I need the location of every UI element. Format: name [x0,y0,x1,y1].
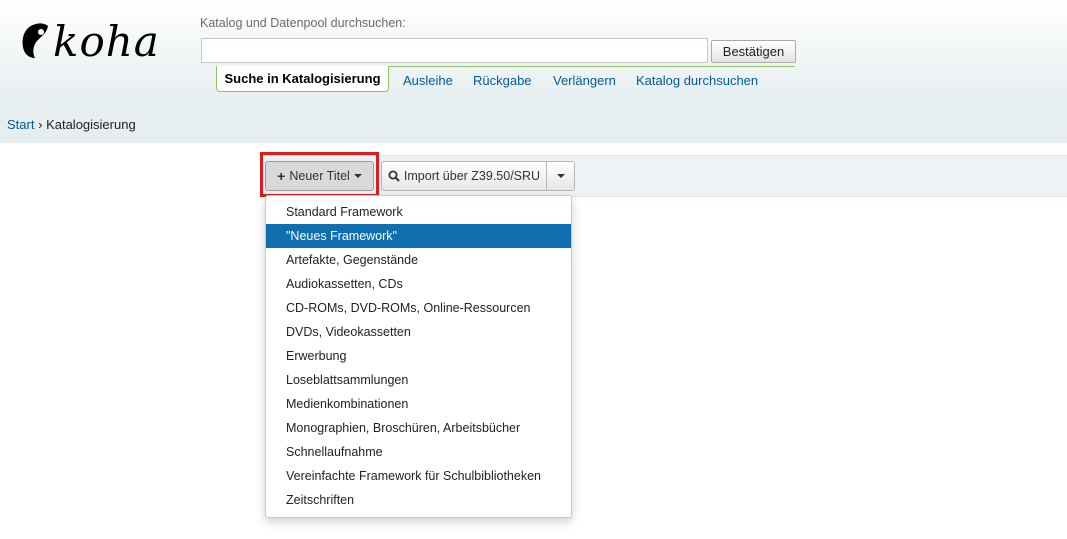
koha-leaf-icon [22,23,48,58]
tab-checkout[interactable]: Ausleihe [403,73,453,88]
breadcrumb-separator: › [38,117,43,132]
header: koha Katalog und Datenpool durchsuchen: … [0,0,1067,106]
menu-item-zeitschriften[interactable]: Zeitschriften [266,488,571,512]
logo-text: koha [53,17,160,66]
tab-catalog-search[interactable]: Katalog durchsuchen [636,73,758,88]
z3950-dropdown-toggle[interactable] [546,161,575,191]
tab-checkin[interactable]: Rückgabe [473,73,532,88]
catalog-search-input[interactable] [201,38,708,63]
menu-item-monographien[interactable]: Monographien, Broschüren, Arbeitsbücher [266,416,571,440]
search-label: Katalog und Datenpool durchsuchen: [200,16,406,30]
menu-item-medienkombinationen[interactable]: Medienkombinationen [266,392,571,416]
breadcrumb-home-link[interactable]: Start [7,117,34,132]
tab-renew[interactable]: Verlängern [553,73,616,88]
tab-cataloging-search[interactable]: Suche in Katalogisierung [216,66,389,92]
menu-item-schulbibliotheken[interactable]: Vereinfachte Framework für Schulbiblioth… [266,464,571,488]
annotation-highlight-box [260,152,379,197]
menu-item-standard-framework[interactable]: Standard Framework [266,200,571,224]
caret-down-icon [556,174,565,178]
framework-dropdown-menu: Standard Framework "Neues Framework" Art… [265,195,572,518]
search-icon [388,170,400,182]
submit-search-button[interactable]: Bestätigen [711,40,796,63]
menu-item-loseblattsammlungen[interactable]: Loseblattsammlungen [266,368,571,392]
koha-logo[interactable]: koha [20,16,170,68]
breadcrumb: Start › Katalogisierung [0,106,1067,143]
z3950-import-button[interactable]: Import über Z39.50/SRU [381,161,547,191]
menu-item-neues-framework[interactable]: "Neues Framework" [266,224,571,248]
breadcrumb-current: Katalogisierung [46,117,136,132]
menu-item-cd-roms[interactable]: CD-ROMs, DVD-ROMs, Online-Ressourcen [266,296,571,320]
menu-item-schnellaufnahme[interactable]: Schnellaufnahme [266,440,571,464]
z3950-label: Import über Z39.50/SRU [403,169,541,183]
menu-item-dvds[interactable]: DVDs, Videokassetten [266,320,571,344]
menu-item-audiokassetten[interactable]: Audiokassetten, CDs [266,272,571,296]
menu-item-artefakte[interactable]: Artefakte, Gegenstände [266,248,571,272]
menu-item-erwerbung[interactable]: Erwerbung [266,344,571,368]
